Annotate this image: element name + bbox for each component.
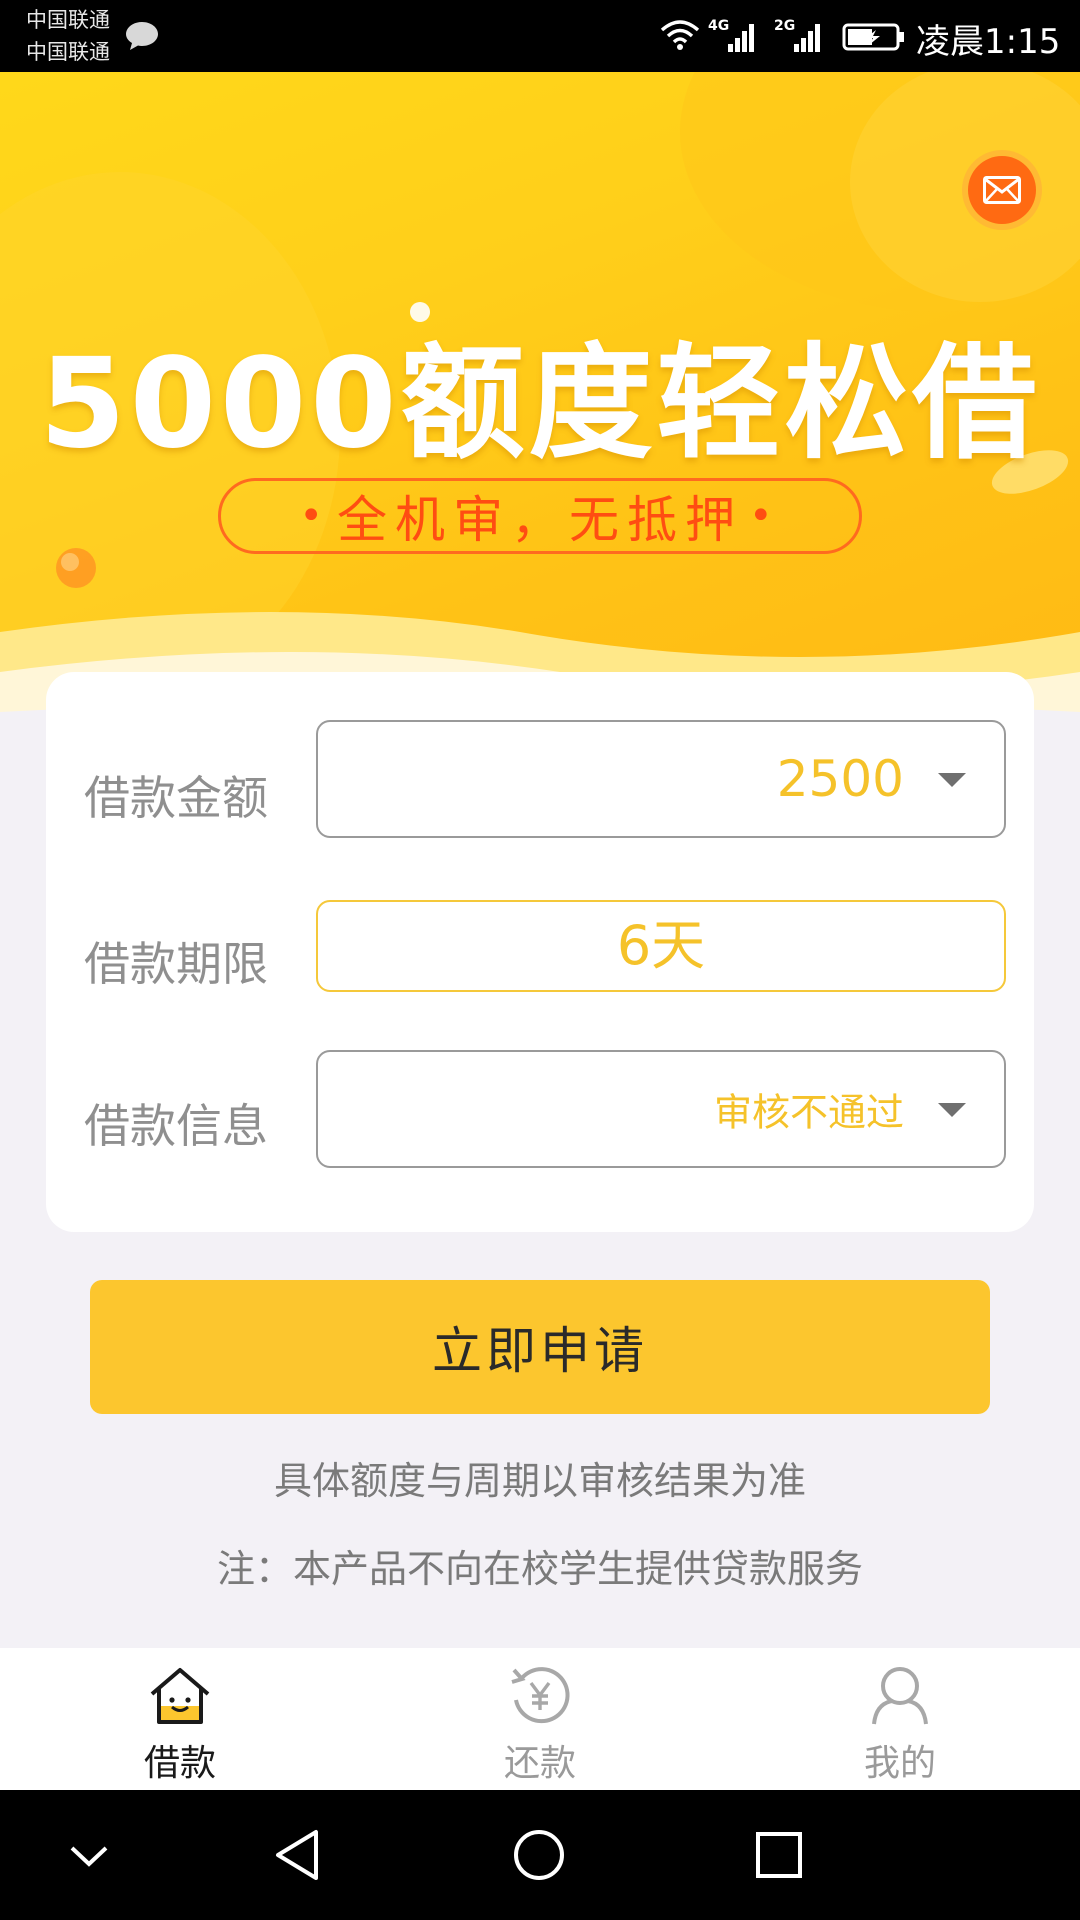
caret-down-icon bbox=[938, 773, 966, 787]
tagline-bullet-left: • bbox=[299, 493, 331, 539]
term-option[interactable]: 6天 bbox=[316, 900, 1006, 992]
recent-apps-button[interactable] bbox=[744, 1820, 814, 1890]
wifi-icon bbox=[660, 20, 700, 50]
carrier-2: 中国联通 bbox=[26, 40, 110, 64]
network-type-2: 2G bbox=[774, 18, 796, 34]
recent-square-icon bbox=[756, 1832, 802, 1878]
signal-icon: 2G bbox=[774, 18, 824, 54]
chevron-down-icon bbox=[70, 1846, 108, 1867]
apply-now-button[interactable]: 立即申请 bbox=[90, 1280, 990, 1414]
info-label: 借款信息 bbox=[84, 1099, 268, 1153]
system-nav-bar bbox=[0, 1790, 1080, 1920]
back-button[interactable] bbox=[264, 1820, 334, 1890]
loan-form-card: 借款金额 2500 借款期限 6天 借款信息 审核不通过 bbox=[46, 672, 1034, 1232]
tab-mine-label: 我的 bbox=[863, 1743, 936, 1784]
tab-mine[interactable]: 我的 bbox=[720, 1648, 1080, 1790]
mail-icon bbox=[983, 176, 1021, 204]
carrier-1: 中国联通 bbox=[26, 8, 110, 32]
banner-headline: 5000额度轻松借 bbox=[39, 332, 1041, 476]
caret-down-icon bbox=[938, 1103, 966, 1117]
term-value: 6天 bbox=[616, 914, 706, 977]
home-circle-icon bbox=[514, 1830, 564, 1880]
loan-app-screen: 中国联通 中国联通 4G 2G 凌晨1:15 5000额度轻松借 • 全机审，无… bbox=[0, 0, 1080, 1920]
hide-nav-button[interactable] bbox=[54, 1820, 124, 1890]
back-triangle-icon bbox=[276, 1830, 318, 1880]
amount-value: 2500 bbox=[776, 750, 904, 808]
amount-select[interactable]: 2500 bbox=[316, 720, 1006, 838]
amount-label: 借款金额 bbox=[84, 771, 268, 825]
tagline-bullet-right: • bbox=[749, 493, 781, 539]
tab-borrow-label: 借款 bbox=[143, 1743, 216, 1784]
term-label: 借款期限 bbox=[84, 937, 268, 991]
promo-banner: 5000额度轻松借 • 全机审，无抵押 • bbox=[0, 72, 1080, 732]
tab-borrow[interactable]: 借款 bbox=[0, 1648, 360, 1790]
tab-repay-label: 还款 bbox=[503, 1743, 576, 1784]
yuan-refresh-icon bbox=[511, 1667, 570, 1724]
tab-repay[interactable]: 还款 bbox=[360, 1648, 720, 1790]
network-type-1: 4G bbox=[708, 18, 730, 34]
status-time: 凌晨1:15 bbox=[916, 22, 1061, 62]
user-icon bbox=[872, 1667, 928, 1725]
signal-icon: 4G bbox=[708, 18, 758, 54]
info-value: 审核不通过 bbox=[713, 1090, 904, 1135]
info-select[interactable]: 审核不通过 bbox=[316, 1050, 1006, 1168]
battery-charging-icon bbox=[842, 23, 904, 51]
tagline-text: 全机审，无抵押 bbox=[337, 491, 743, 549]
status-bar: 中国联通 中国联通 4G 2G 凌晨1:15 bbox=[0, 0, 1080, 72]
chat-icon bbox=[126, 22, 158, 50]
message-button[interactable] bbox=[968, 156, 1036, 224]
house-icon bbox=[150, 1668, 210, 1724]
bottom-tab-bar: 借款 还款 我的 bbox=[0, 1648, 1080, 1790]
banner-tagline: • 全机审，无抵押 • bbox=[218, 478, 862, 554]
notice-line-2: 注：本产品不向在校学生提供贷款服务 bbox=[216, 1547, 863, 1591]
notice-line-1: 具体额度与周期以审核结果为准 bbox=[273, 1459, 806, 1503]
home-button[interactable] bbox=[504, 1820, 574, 1890]
